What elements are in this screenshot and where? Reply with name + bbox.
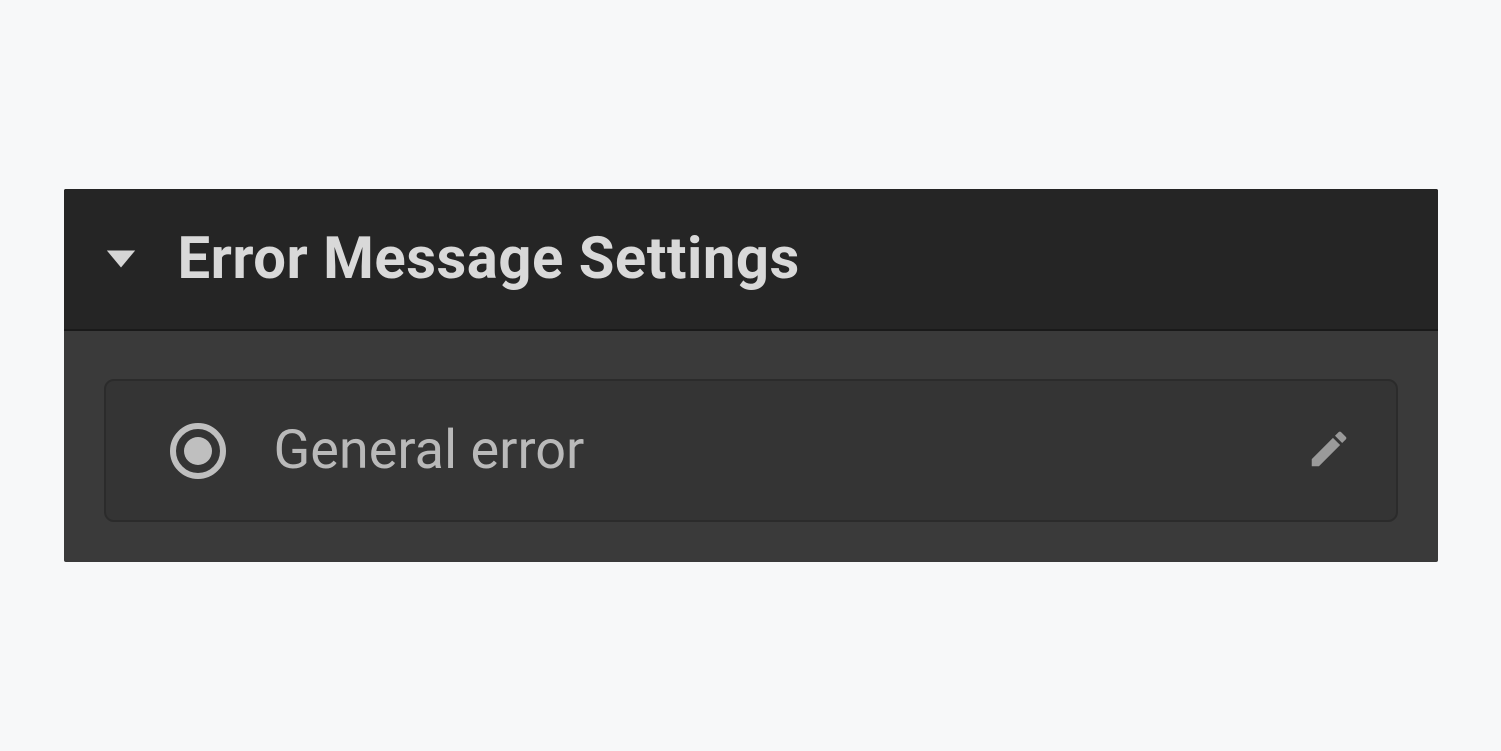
panel-body: General error	[64, 331, 1438, 562]
chevron-down-icon	[104, 247, 138, 271]
edit-button[interactable]	[1306, 426, 1352, 476]
panel-header[interactable]: Error Message Settings	[64, 189, 1438, 331]
panel-title: Error Message Settings	[178, 225, 800, 293]
radio-selected-icon[interactable]	[170, 423, 226, 479]
error-message-settings-panel: Error Message Settings General error	[64, 189, 1438, 562]
pencil-icon	[1306, 426, 1352, 476]
error-message-row[interactable]: General error	[104, 379, 1398, 522]
error-message-label: General error	[274, 419, 1258, 482]
